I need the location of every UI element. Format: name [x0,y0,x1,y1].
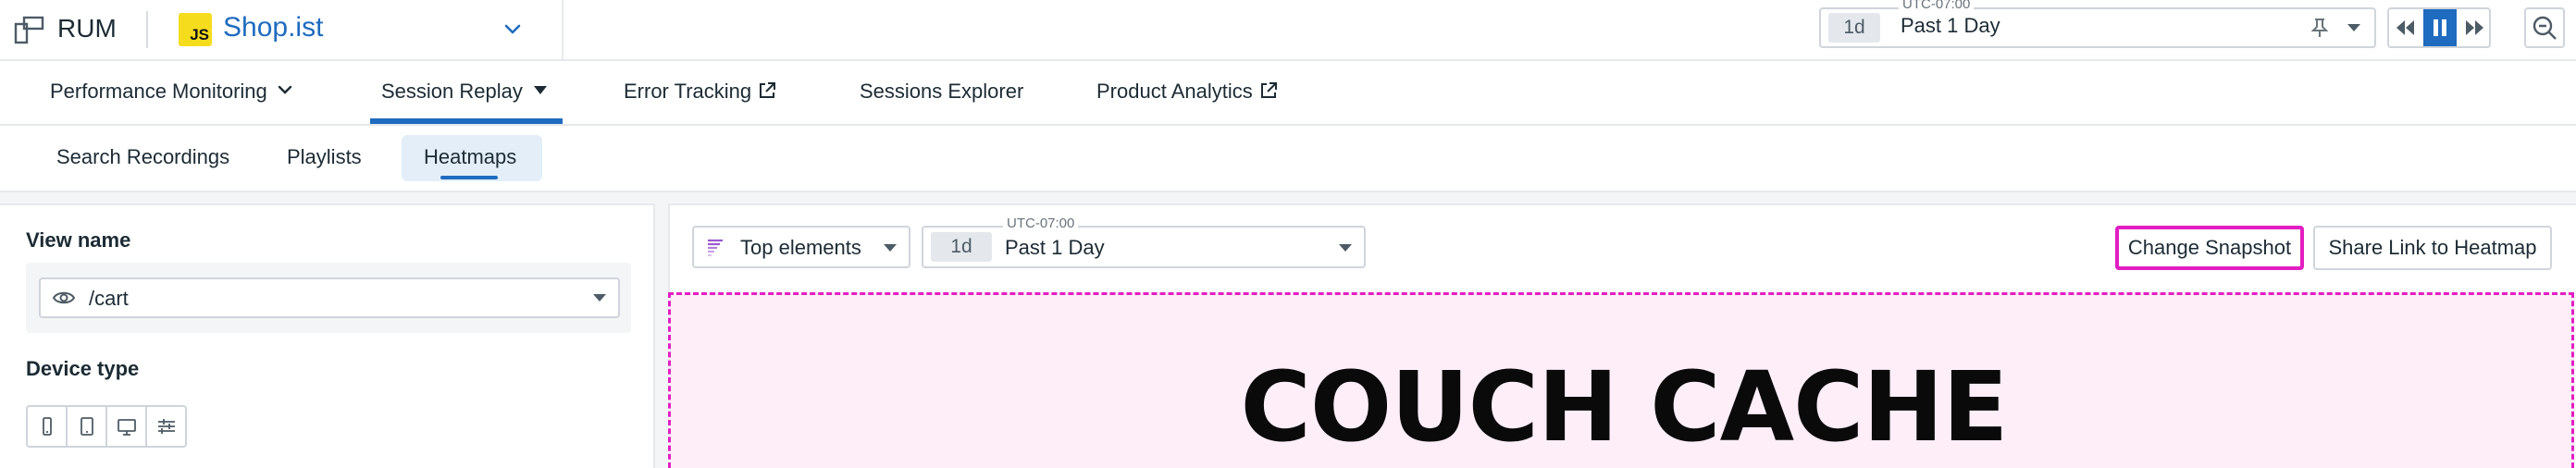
change-snapshot-button[interactable]: Change Snapshot [2115,226,2304,270]
app-name[interactable]: Shop.ist [223,12,323,43]
nav-product-analytics[interactable]: Product Analytics [1096,80,1279,104]
external-link-icon [1260,82,1277,98]
product-name[interactable]: RUM [57,14,117,43]
desktop-icon [118,419,136,436]
js-badge-icon: JS [179,13,212,46]
time-range-label: Past 1 Day [1005,236,1105,259]
chevron-down-icon [278,85,291,94]
pause-button[interactable] [2423,9,2457,46]
caret-down-icon [1339,244,1352,252]
rewind-icon [2396,20,2414,35]
duration-pill: 1d [931,232,992,262]
nav-sessions-explorer[interactable]: Sessions Explorer [860,80,1023,104]
mobile-icon [43,417,52,436]
sliders-icon [158,419,175,434]
view-name-value: /cart [89,287,129,310]
nav-session-replay[interactable]: Session Replay [381,80,551,104]
pin-icon[interactable] [2310,17,2330,39]
list-icon [708,239,723,257]
playback-controls [2387,7,2491,48]
device-custom-button[interactable] [147,407,185,446]
zoom-out-button[interactable] [2524,7,2565,48]
nav-active-indicator [370,118,563,124]
top-elements-label: Top elements [740,236,861,259]
share-link-button[interactable]: Share Link to Heatmap [2313,226,2552,270]
timezone-label: UTC-07:00 [1003,216,1079,231]
divider [562,0,564,61]
caret-down-icon [884,244,897,252]
tablet-icon [80,417,93,436]
rum-product-icon [14,16,44,44]
divider [146,11,148,48]
time-range-label: Past 1 Day [1901,14,2000,37]
timezone-label: UTC-07:00 [1899,0,1975,12]
pause-icon [2434,19,2446,36]
device-type-selector [26,405,187,448]
eye-icon [52,291,76,304]
rewind-button[interactable] [2389,9,2422,46]
tab-heatmaps[interactable]: Heatmaps [424,145,516,169]
device-mobile-button[interactable] [28,407,68,446]
caret-down-icon [533,86,547,94]
fast-forward-icon [2466,20,2483,35]
caret-down-icon[interactable] [2347,22,2361,33]
nav-performance-monitoring[interactable]: Performance Monitoring [50,80,295,104]
page-title: COUCH CACHE [1240,351,2009,463]
duration-pill: 1d [1828,13,1880,43]
heatmap-preview: COUCH CACHE [668,292,2574,468]
external-link-icon [760,82,776,98]
tab-active-indicator [440,176,498,179]
tab-search-recordings[interactable]: Search Recordings [56,145,229,169]
tab-playlists[interactable]: Playlists [287,145,362,169]
device-type-label: Device type [26,357,140,380]
fast-forward-button[interactable] [2458,9,2489,46]
sub-nav [0,126,2576,192]
chevron-down-icon[interactable] [500,18,526,41]
view-name-label: View name [26,228,131,252]
zoom-out-icon [2533,16,2557,40]
nav-error-tracking[interactable]: Error Tracking [624,80,777,104]
device-desktop-button[interactable] [107,407,147,446]
device-tablet-button[interactable] [68,407,107,446]
caret-down-icon[interactable] [592,292,607,303]
